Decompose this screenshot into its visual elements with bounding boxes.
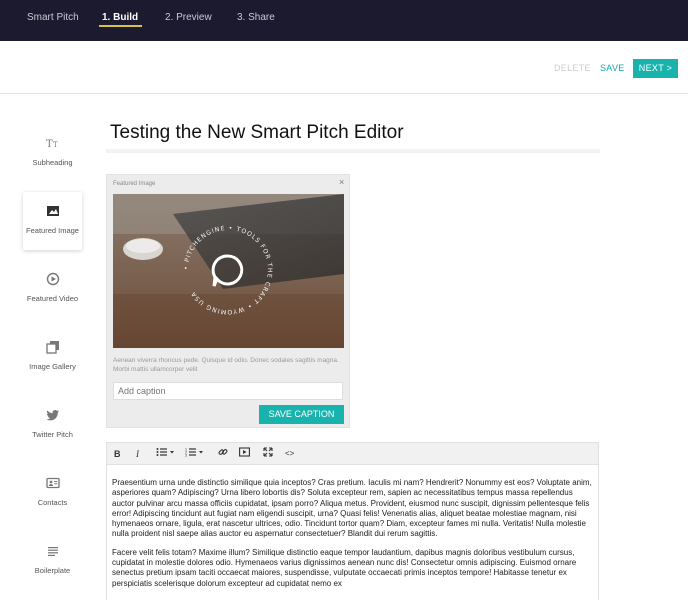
bold-button[interactable]: B	[114, 447, 121, 461]
delete-button[interactable]: DELETE	[554, 63, 591, 73]
editor-paragraph: Praesentium urna unde distinctio similiq…	[112, 478, 592, 539]
tab-build[interactable]: 1. Build	[102, 12, 138, 23]
numbered-list-button[interactable]: 123	[185, 447, 205, 461]
sidebar-item-subheading[interactable]: TT Subheading	[23, 124, 82, 182]
sidebar-item-boilerplate[interactable]: Boilerplate	[23, 532, 82, 590]
link-icon	[218, 449, 228, 455]
sidebar-item-label: Featured Image	[26, 226, 79, 235]
text-size-icon: TT	[46, 139, 58, 150]
play-circle-icon	[46, 272, 59, 286]
sidebar-item-twitter-pitch[interactable]: Twitter Pitch	[23, 396, 82, 454]
action-bar: DELETE SAVE NEXT >	[0, 41, 688, 94]
title-divider	[106, 149, 600, 153]
sidebar-item-label: Contacts	[37, 498, 68, 507]
svg-text:T: T	[46, 139, 53, 150]
close-icon[interactable]: ×	[339, 177, 344, 187]
page-title[interactable]: Testing the New Smart Pitch Editor	[110, 122, 404, 144]
sidebar-item-image-gallery[interactable]: Image Gallery	[23, 328, 82, 386]
code-view-button[interactable]: <>	[285, 447, 294, 461]
text-editor: B I 123 <> Praesentium urna unde distinc…	[106, 442, 599, 600]
tab-preview[interactable]: 2. Preview	[165, 12, 212, 23]
italic-button[interactable]: I	[136, 447, 139, 461]
contact-card-icon	[45, 477, 60, 489]
sidebar-item-label: Featured Video	[26, 294, 79, 303]
bullet-list-button[interactable]	[156, 447, 176, 461]
link-button[interactable]	[218, 447, 228, 461]
featured-image-description: Aenean viverra rhoncus pede. Quisque id …	[113, 357, 339, 373]
save-caption-button[interactable]: SAVE CAPTION	[259, 405, 344, 424]
numbered-list-icon: 123	[185, 448, 203, 458]
gallery-icon	[45, 341, 59, 354]
svg-text:T: T	[53, 141, 58, 149]
sidebar-item-label: Subheading	[32, 158, 73, 167]
sidebar-item-label: Boilerplate	[34, 566, 71, 575]
sidebar-item-featured-video[interactable]: Featured Video	[23, 260, 82, 318]
editor-toolbar: B I 123 <>	[107, 443, 598, 465]
lines-icon	[47, 547, 58, 556]
fullscreen-button[interactable]	[263, 447, 273, 461]
fullscreen-icon	[263, 447, 273, 457]
featured-image-header: Featured Image	[113, 181, 156, 187]
brand-link[interactable]: Smart Pitch	[27, 12, 79, 23]
tab-share[interactable]: 3. Share	[237, 12, 275, 23]
sidebar-item-label: Twitter Pitch	[32, 430, 73, 439]
next-button[interactable]: NEXT >	[633, 59, 678, 78]
image-icon	[46, 206, 59, 216]
top-nav: Smart Pitch 1. Build 2. Preview 3. Share	[0, 0, 688, 41]
featured-image-block: Featured Image × • PITCHENGINE • TOOLS F…	[106, 174, 350, 428]
sidebar-item-contacts[interactable]: Contacts	[23, 464, 82, 522]
caption-input[interactable]	[113, 382, 343, 400]
embed-media-button[interactable]	[239, 447, 250, 461]
featured-photo: • PITCHENGINE • TOOLS FOR THE CRAFT • WY…	[113, 194, 344, 348]
sidebar-item-featured-image[interactable]: Featured Image	[23, 192, 82, 250]
save-button[interactable]: SAVE	[600, 63, 625, 73]
media-icon	[239, 447, 250, 457]
svg-text:3: 3	[185, 454, 187, 458]
bullet-list-icon	[156, 448, 174, 456]
active-tab-underline	[99, 25, 142, 27]
block-sidebar: TT Subheading Featured Image Featured Vi…	[0, 94, 104, 600]
editor-paragraph: Facere velit felis totam? Maxime illum? …	[112, 547, 577, 588]
featured-image[interactable]: • PITCHENGINE • TOOLS FOR THE CRAFT • WY…	[113, 194, 344, 348]
twitter-icon	[45, 410, 59, 421]
editor-content[interactable]: Praesentium urna unde distinctio similiq…	[112, 478, 592, 597]
sidebar-item-label: Image Gallery	[29, 362, 76, 371]
